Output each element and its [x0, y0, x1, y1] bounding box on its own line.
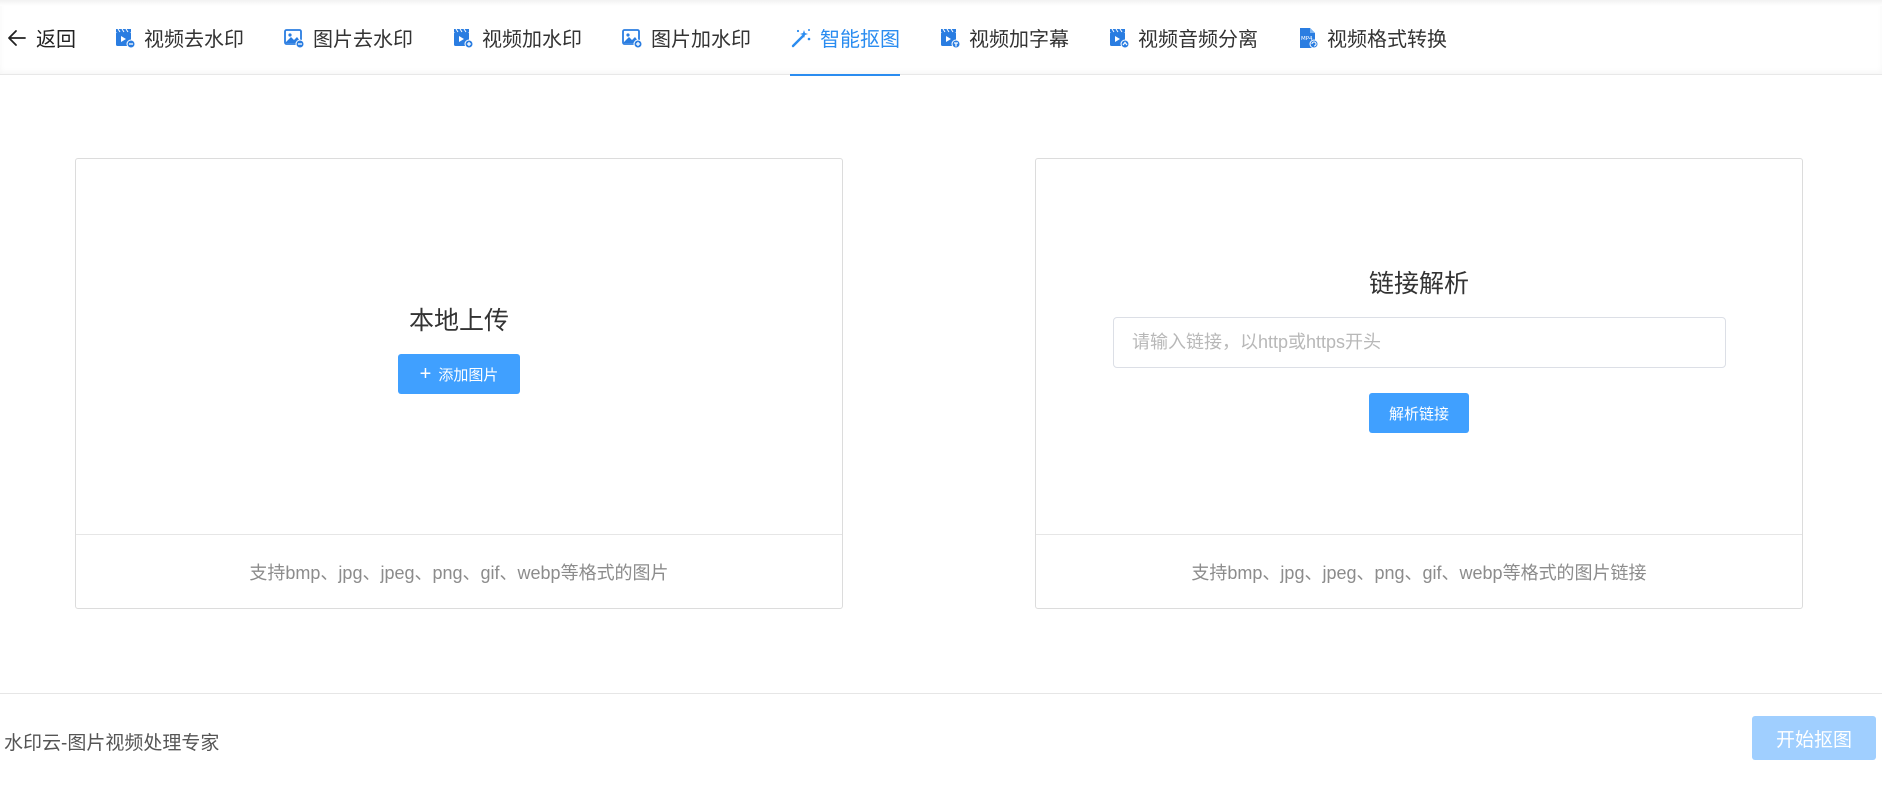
link-parse-footer: 支持bmp、jpg、jpeg、png、gif、webp等格式的图片链接	[1036, 534, 1802, 608]
tab-label: 视频格式转换	[1327, 29, 1447, 51]
local-upload-card: 本地上传 + 添加图片 支持bmp、jpg、jpeg、png、gif、webp等…	[75, 158, 843, 609]
tab-label: 视频去水印	[144, 29, 244, 51]
mp4-file-icon: MP4	[1300, 27, 1319, 48]
tab-video-add-subtitle[interactable]: 视频加字幕	[939, 0, 1069, 75]
add-image-button[interactable]: + 添加图片	[398, 354, 520, 394]
bottom-bar: 水印云-图片视频处理专家 开始抠图	[0, 693, 1882, 792]
video-icon	[1110, 28, 1130, 48]
tab-video-audio-separate[interactable]: 视频音频分离	[1108, 0, 1258, 75]
tab-label: 视频加字幕	[969, 29, 1069, 51]
back-label: 返回	[36, 29, 76, 51]
magic-wand-icon	[791, 28, 811, 47]
tab-video-format-convert[interactable]: MP4 视频格式转换	[1297, 0, 1447, 75]
local-upload-title: 本地上传	[408, 307, 509, 335]
tab-image-remove-watermark[interactable]: 图片去水印	[283, 0, 413, 75]
link-parse-title: 链接解析	[1368, 270, 1469, 298]
tab-label: 图片去水印	[313, 29, 413, 51]
tab-label: 视频音频分离	[1138, 29, 1258, 51]
video-icon	[941, 28, 961, 48]
top-navigation-bar: 返回 视频去水印 图片去水印 视频加水印 图片加水印 智能抠图 视频加字幕 视频…	[0, 0, 1882, 76]
start-cutout-button[interactable]: 开始抠图	[1752, 716, 1876, 760]
plus-icon: +	[419, 363, 432, 385]
parse-link-button[interactable]: 解析链接	[1369, 393, 1469, 433]
link-input[interactable]	[1113, 317, 1726, 368]
tab-image-add-watermark[interactable]: 图片加水印	[621, 0, 751, 75]
parse-link-label: 解析链接	[1388, 405, 1449, 423]
video-icon	[454, 28, 474, 48]
arrow-left-icon	[8, 29, 26, 46]
tab-label: 图片加水印	[651, 29, 751, 51]
tab-label: 视频加水印	[482, 29, 582, 51]
add-image-label: 添加图片	[438, 366, 499, 384]
tab-video-add-watermark[interactable]: 视频加水印	[452, 0, 582, 75]
tab-smart-cutout[interactable]: 智能抠图	[790, 0, 900, 76]
nav-tabs: 返回 视频去水印 图片去水印 视频加水印 图片加水印 智能抠图 视频加字幕 视频…	[0, 0, 1486, 76]
image-icon	[284, 28, 305, 48]
back-button[interactable]: 返回	[0, 0, 76, 75]
brand-text: 水印云-图片视频处理专家	[4, 733, 220, 754]
tab-label: 智能抠图	[820, 29, 900, 51]
video-icon	[116, 28, 136, 48]
image-icon	[622, 28, 643, 48]
link-parse-card: 链接解析 解析链接 支持bmp、jpg、jpeg、png、gif、webp等格式…	[1035, 158, 1803, 609]
start-cutout-label: 开始抠图	[1775, 729, 1852, 751]
tab-video-remove-watermark[interactable]: 视频去水印	[114, 0, 244, 75]
local-upload-footer: 支持bmp、jpg、jpeg、png、gif、webp等格式的图片	[76, 534, 842, 608]
